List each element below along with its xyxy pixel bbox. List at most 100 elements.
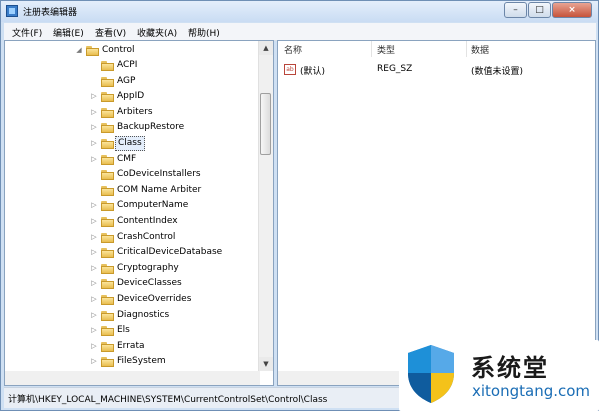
column-data-header[interactable]: 数据 — [471, 43, 489, 56]
folder-icon — [101, 248, 114, 259]
tree-item[interactable]: ▷ DeviceOverrides — [5, 292, 260, 307]
tree-item-label: Els — [117, 325, 130, 336]
expand-arrow-icon[interactable]: ▷ — [90, 276, 98, 291]
tree-item-label: Cryptography — [117, 262, 179, 273]
value-type: REG_SZ — [377, 64, 413, 74]
key-tree-pane[interactable]: ◢ Control ACPI AGP ▷ AppID ▷ Arbiters ▷ BackupR… — [4, 40, 274, 386]
title-bar[interactable]: 注册表编辑器 – □ × — [1, 1, 598, 22]
folder-icon — [101, 279, 114, 290]
menu-file[interactable]: 文件(F) — [12, 26, 42, 39]
tree-item[interactable]: ▷ Els — [5, 323, 260, 338]
tree-item[interactable]: ▷ BackupRestore — [5, 120, 260, 135]
expand-arrow-icon[interactable]: ▷ — [90, 136, 98, 151]
tree-item-label: Diagnostics — [117, 309, 170, 320]
tree-item[interactable]: ▷ CrashControl — [5, 230, 260, 245]
tree-item[interactable]: ▷ CMF — [5, 152, 260, 167]
expand-arrow-icon[interactable]: ▷ — [90, 120, 98, 135]
watermark-url: xitongtang.com — [472, 382, 591, 400]
menu-view[interactable]: 查看(V) — [95, 26, 126, 39]
column-divider[interactable] — [371, 41, 372, 57]
scroll-down-icon[interactable]: ▼ — [259, 357, 273, 371]
watermark-logo: 系统堂 xitongtang.com — [399, 340, 599, 411]
tree-vertical-scrollbar[interactable]: ▲ ▼ — [258, 41, 273, 371]
column-name-header[interactable]: 名称 — [284, 43, 302, 56]
expand-arrow-icon[interactable]: ▷ — [90, 354, 98, 369]
folder-icon — [101, 310, 114, 321]
expand-arrow-icon[interactable]: ▷ — [90, 308, 98, 323]
tree-item-label: CriticalDeviceDatabase — [117, 247, 223, 258]
values-pane[interactable]: 名称 类型 数据 ab (默认) REG_SZ (数值未设置) — [277, 40, 596, 386]
column-type-header[interactable]: 类型 — [377, 43, 395, 56]
folder-icon — [101, 326, 114, 337]
tree-item-label: Arbiters — [117, 106, 153, 117]
expand-arrow-icon[interactable]: ▷ — [90, 198, 98, 213]
watermark-name: 系统堂 — [471, 354, 549, 382]
tree-item[interactable]: ▷ ComputerName — [5, 198, 260, 213]
expand-arrow-icon[interactable]: ▷ — [90, 245, 98, 260]
tree-item[interactable]: ▷ DeviceClasses — [5, 276, 260, 291]
column-divider[interactable] — [466, 41, 467, 57]
expand-arrow-icon[interactable]: ▷ — [90, 292, 98, 307]
tree-item-label: ContentIndex — [117, 216, 178, 226]
close-button[interactable]: × — [552, 2, 592, 18]
tree-item[interactable]: ▷ FileSystem — [5, 354, 260, 369]
regedit-icon — [6, 5, 18, 17]
expand-arrow-icon[interactable]: ▷ — [90, 230, 98, 245]
scroll-up-icon[interactable]: ▲ — [259, 41, 273, 55]
tree-item[interactable]: ▷ ContentIndex — [5, 214, 260, 229]
tree-item[interactable]: ▷ Class — [5, 136, 260, 151]
folder-icon — [101, 341, 114, 352]
menu-help[interactable]: 帮助(H) — [188, 26, 220, 39]
expand-arrow-icon[interactable]: ▷ — [90, 89, 98, 104]
value-name: (默认) — [300, 67, 326, 77]
shield-icon — [408, 345, 454, 403]
folder-icon — [101, 295, 114, 305]
folder-icon — [101, 357, 114, 368]
tree-item[interactable]: ▷ Errata — [5, 339, 260, 354]
expand-arrow-icon[interactable]: ▷ — [90, 214, 98, 229]
tree-item-control[interactable]: ◢ Control — [5, 43, 260, 58]
tree-item[interactable]: ▷ AppID — [5, 89, 260, 104]
scroll-thumb[interactable] — [260, 93, 271, 155]
tree-item-label: ComputerName — [117, 200, 189, 211]
folder-icon — [101, 217, 114, 227]
tree-horizontal-scrollbar[interactable] — [5, 371, 260, 385]
tree-item[interactable]: ▷ CriticalDeviceDatabase — [5, 245, 260, 260]
expand-arrow-icon[interactable]: ▷ — [90, 323, 98, 338]
tree-item[interactable]: ▷ Diagnostics — [5, 308, 260, 323]
minimize-button[interactable]: – — [504, 2, 527, 18]
menu-favorites[interactable]: 收藏夹(A) — [137, 26, 177, 39]
tree-item-label: AppID — [117, 91, 145, 102]
folder-icon — [101, 76, 114, 87]
folder-icon — [101, 61, 114, 71]
collapse-arrow-icon[interactable]: ◢ — [75, 43, 83, 58]
tree-item[interactable]: ACPI — [5, 58, 260, 73]
folder-icon — [101, 201, 114, 212]
folder-icon — [101, 92, 114, 103]
tree-item[interactable]: COM Name Arbiter — [5, 183, 260, 198]
value-data: (数值未设置) — [471, 67, 524, 77]
folder-icon — [101, 263, 114, 274]
folder-icon — [101, 185, 114, 196]
key-path: 计算机\HKEY_LOCAL_MACHINE\SYSTEM\CurrentCon… — [8, 395, 328, 405]
tree-item-label: DeviceClasses — [117, 278, 182, 289]
maximize-button[interactable]: □ — [528, 2, 551, 18]
expand-arrow-icon[interactable]: ▷ — [90, 105, 98, 120]
folder-icon — [101, 139, 114, 149]
tree-item[interactable]: ▷ Arbiters — [5, 105, 260, 120]
tree-item[interactable]: ▷ Cryptography — [5, 261, 260, 276]
string-value-icon: ab — [284, 64, 296, 75]
tree-item-label: CMF — [117, 153, 137, 164]
expand-arrow-icon[interactable]: ▷ — [90, 261, 98, 276]
folder-icon — [101, 170, 114, 181]
folder-open-icon — [86, 46, 99, 56]
tree-item-label: BackupRestore — [117, 122, 185, 133]
tree-item[interactable]: CoDeviceInstallers — [5, 167, 260, 182]
menu-edit[interactable]: 编辑(E) — [53, 26, 84, 39]
value-row[interactable]: ab (默认) REG_SZ (数值未设置) — [278, 63, 595, 78]
expand-arrow-icon[interactable]: ▷ — [90, 152, 98, 167]
tree-item-label: COM Name Arbiter — [117, 184, 202, 195]
window-title: 注册表编辑器 — [23, 8, 78, 18]
expand-arrow-icon[interactable]: ▷ — [90, 339, 98, 354]
tree-item[interactable]: AGP — [5, 74, 260, 89]
